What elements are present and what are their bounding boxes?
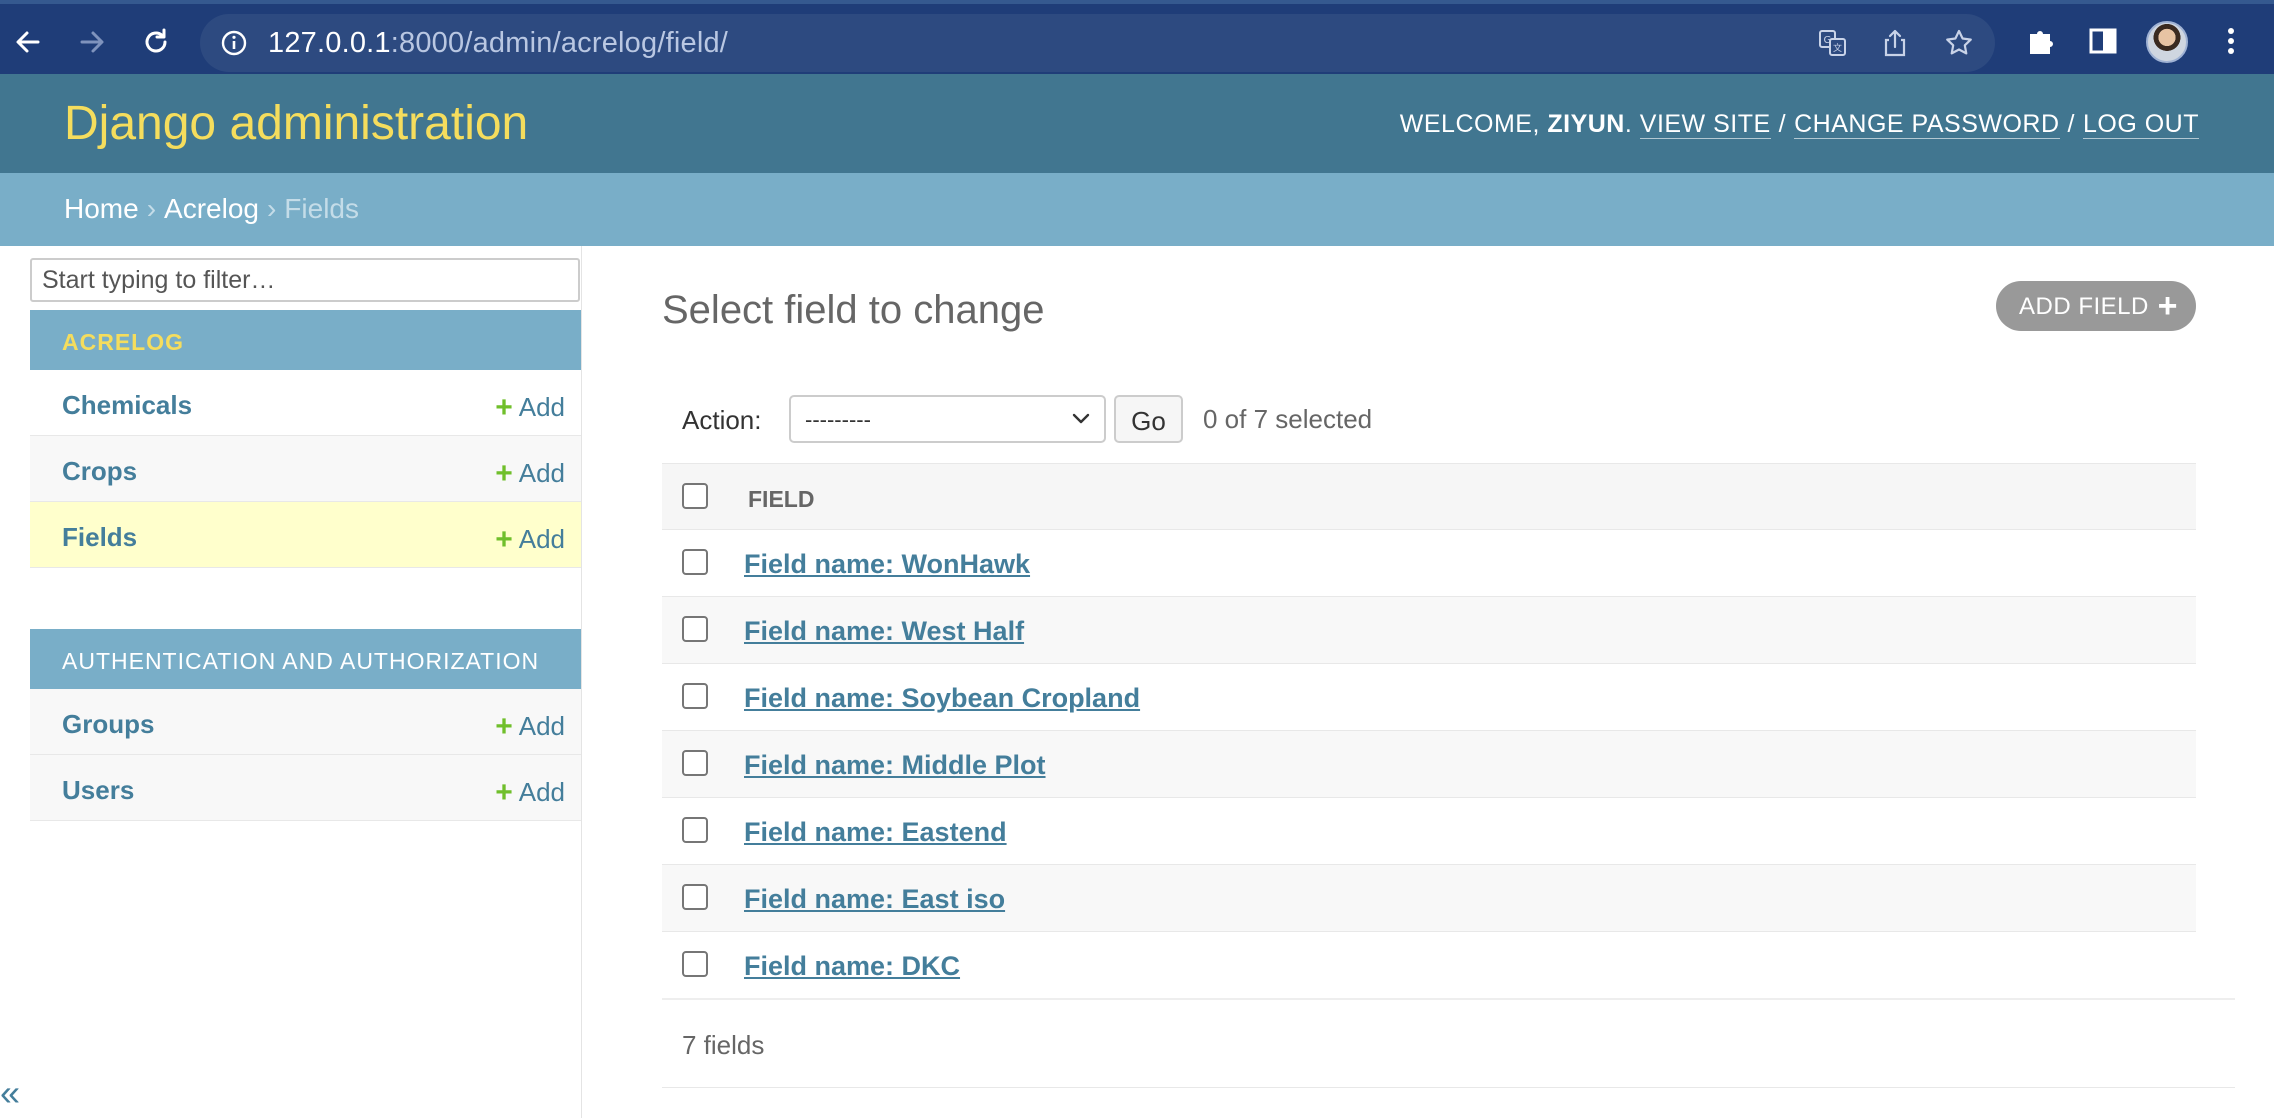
row-checkbox[interactable]: [682, 683, 708, 709]
paginator-divider: [662, 1087, 2235, 1088]
sidebar-item-chemicals: Chemicals + Add: [30, 370, 581, 436]
plus-icon: +: [495, 776, 513, 809]
sidebar-item-crops-link[interactable]: Crops: [62, 456, 137, 487]
profile-avatar[interactable]: [2146, 21, 2188, 63]
action-label: Action:: [682, 405, 762, 435]
view-site-link[interactable]: VIEW SITE: [1639, 110, 1771, 139]
url-text: 127.0.0.1:8000/admin/acrelog/field/: [268, 27, 729, 59]
field-link[interactable]: Field name: East iso: [744, 884, 1005, 915]
breadcrumb-current: Fields: [284, 193, 359, 224]
log-out-link[interactable]: LOG OUT: [2082, 110, 2199, 139]
plus-icon: +: [495, 710, 513, 743]
add-field-link[interactable]: + Add: [495, 522, 565, 556]
add-crop-link[interactable]: + Add: [495, 456, 565, 490]
select-all-checkbox[interactable]: [682, 483, 708, 509]
column-header-field[interactable]: FIELD: [748, 486, 814, 513]
breadcrumb-acrelog[interactable]: Acrelog: [164, 193, 259, 224]
row-checkbox[interactable]: [682, 817, 708, 843]
admin-header: Django administration WELCOME, ZIYUN. VI…: [0, 74, 2274, 173]
action-select[interactable]: ---------: [789, 395, 1106, 443]
user-tools: WELCOME, ZIYUN. VIEW SITE / CHANGE PASSWOR…: [1399, 110, 2199, 139]
field-link[interactable]: Field name: West Half: [744, 616, 1024, 647]
info-icon[interactable]: [220, 29, 248, 57]
svg-text:G: G: [1824, 35, 1832, 46]
module-caption-acrelog[interactable]: ACRELOG: [30, 310, 581, 370]
add-group-link[interactable]: + Add: [495, 709, 565, 743]
table-row: Field name: Middle Plot: [662, 731, 2196, 798]
add-chemical-link[interactable]: + Add: [495, 390, 565, 424]
translate-icon[interactable]: G文: [1818, 28, 1848, 58]
add-user-link[interactable]: + Add: [495, 775, 565, 809]
forward-arrow-icon[interactable]: [72, 22, 112, 62]
welcome-text: WELCOME,: [1399, 110, 1548, 138]
row-checkbox[interactable]: [682, 549, 708, 575]
sidebar-item-crops: Crops + Add: [30, 436, 581, 502]
username: ZIYUN: [1547, 110, 1625, 138]
breadcrumb-home[interactable]: Home: [64, 193, 139, 224]
reload-icon[interactable]: [136, 22, 176, 62]
sidebar-item-fields: Fields + Add: [30, 502, 581, 568]
sidebar-item-users: Users + Add: [30, 755, 581, 821]
page-title: Select field to change: [662, 288, 1045, 332]
plus-icon: +: [495, 523, 513, 556]
sidebar-item-groups-link[interactable]: Groups: [62, 709, 154, 740]
table-row: Field name: West Half: [662, 597, 2196, 664]
extensions-puzzle-icon[interactable]: [2022, 22, 2060, 60]
table-row: Field name: DKC: [662, 932, 2196, 999]
sidebar-item-chemicals-link[interactable]: Chemicals: [62, 390, 192, 421]
field-link[interactable]: Field name: WonHawk: [744, 549, 1030, 580]
table-row: Field name: Eastend: [662, 798, 2196, 865]
table-row: Field name: WonHawk: [662, 530, 2196, 597]
module-caption-auth[interactable]: AUTHENTICATION AND AUTHORIZATION: [30, 629, 581, 689]
sidebar-filter-input[interactable]: [30, 258, 580, 302]
row-checkbox[interactable]: [682, 951, 708, 977]
field-link[interactable]: Field name: Eastend: [744, 817, 1007, 848]
svg-text:文: 文: [1833, 42, 1842, 54]
browser-toolbar: 127.0.0.1:8000/admin/acrelog/field/ G文: [0, 0, 2274, 74]
sidebar-collapse-toggle[interactable]: «: [0, 1072, 20, 1114]
table-bottom-divider: [662, 998, 2235, 1000]
side-panel-icon[interactable]: [2084, 22, 2122, 60]
field-link[interactable]: Field name: DKC: [744, 951, 960, 982]
plus-icon: +: [2157, 287, 2178, 325]
plus-icon: +: [495, 391, 513, 424]
chevron-down-icon: [1068, 405, 1094, 431]
kebab-menu-icon[interactable]: [2212, 22, 2250, 60]
back-arrow-icon[interactable]: [8, 22, 48, 62]
row-checkbox[interactable]: [682, 884, 708, 910]
table-row: Field name: Soybean Cropland: [662, 664, 2196, 731]
site-branding[interactable]: Django administration: [64, 96, 528, 151]
table-row: Field name: East iso: [662, 865, 2196, 932]
breadcrumb: Home › Acrelog › Fields: [0, 173, 2274, 246]
sidebar-item-users-link[interactable]: Users: [62, 775, 134, 806]
sidebar-item-groups: Groups + Add: [30, 689, 581, 755]
address-bar[interactable]: 127.0.0.1:8000/admin/acrelog/field/ G文: [200, 14, 1995, 72]
paginator-count: 7 fields: [682, 1030, 765, 1060]
field-link[interactable]: Field name: Soybean Cropland: [744, 683, 1140, 714]
go-button[interactable]: Go: [1114, 395, 1183, 443]
sidebar-item-fields-link[interactable]: Fields: [62, 522, 137, 553]
share-icon[interactable]: [1880, 28, 1910, 58]
change-password-link[interactable]: CHANGE PASSWORD: [1794, 110, 2060, 139]
field-link[interactable]: Field name: Middle Plot: [744, 750, 1046, 781]
row-checkbox[interactable]: [682, 616, 708, 642]
bookmark-star-icon[interactable]: [1944, 28, 1974, 58]
nav-sidebar: ACRELOG Chemicals +Add Crops +Add Fields…: [0, 246, 582, 1118]
row-checkbox[interactable]: [682, 750, 708, 776]
add-field-button[interactable]: ADD FIELD +: [1996, 281, 2196, 331]
selection-counter: 0 of 7 selected: [1203, 404, 1373, 434]
results-table: FIELD Field name: WonHawk Field name: We…: [662, 463, 2196, 999]
plus-icon: +: [495, 457, 513, 490]
table-header: FIELD: [662, 463, 2196, 530]
